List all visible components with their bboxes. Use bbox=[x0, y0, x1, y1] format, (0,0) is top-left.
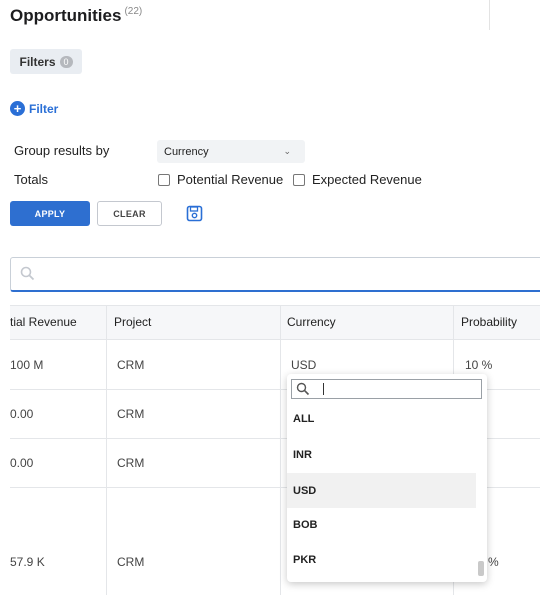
currency-option-bob[interactable]: BOB bbox=[287, 507, 476, 542]
cell-project: CRM bbox=[117, 456, 145, 470]
column-divider bbox=[280, 305, 281, 595]
table-header: tial Revenue Project Currency Probabilit… bbox=[10, 305, 540, 340]
cell-revenue: 0.00 bbox=[10, 456, 34, 470]
filters-button[interactable]: Filters 0 bbox=[10, 49, 82, 74]
group-by-value: Currency bbox=[164, 145, 209, 158]
header-divider bbox=[489, 0, 490, 30]
dropdown-scrollbar[interactable] bbox=[478, 561, 484, 576]
column-header-revenue[interactable]: tial Revenue bbox=[10, 315, 77, 329]
currency-search-input[interactable] bbox=[291, 379, 482, 399]
potential-revenue-label: Potential Revenue bbox=[177, 172, 284, 187]
currency-option-usd[interactable]: USD bbox=[287, 473, 476, 508]
clear-button[interactable]: CLEAR bbox=[97, 201, 162, 226]
currency-option-inr[interactable]: INR bbox=[287, 437, 476, 472]
cell-probability: % bbox=[488, 555, 499, 569]
cell-revenue: 100 M bbox=[10, 358, 44, 372]
expected-revenue-option[interactable]: Expected Revenue bbox=[293, 172, 422, 187]
currency-option-all[interactable]: ALL bbox=[287, 401, 476, 436]
cell-probability: 10 % bbox=[465, 358, 493, 372]
cell-project: CRM bbox=[117, 358, 145, 372]
expected-revenue-checkbox[interactable] bbox=[293, 173, 305, 186]
apply-button[interactable]: APPLY bbox=[10, 201, 90, 226]
search-input[interactable] bbox=[10, 257, 540, 292]
plus-circle-icon: + bbox=[10, 101, 25, 116]
record-count: (22) bbox=[124, 6, 143, 18]
page-title-text: Opportunities bbox=[10, 6, 122, 25]
add-filter-label: Filter bbox=[29, 101, 59, 116]
cell-revenue: 57.9 K bbox=[10, 555, 45, 569]
potential-revenue-option[interactable]: Potential Revenue bbox=[158, 172, 283, 187]
text-cursor bbox=[323, 383, 324, 395]
column-header-probability[interactable]: Probability bbox=[461, 315, 517, 329]
add-filter-link[interactable]: + Filter bbox=[10, 101, 58, 116]
search-icon bbox=[296, 382, 310, 401]
save-icon[interactable] bbox=[186, 205, 203, 222]
expected-revenue-label: Expected Revenue bbox=[312, 172, 422, 187]
cell-currency[interactable]: USD bbox=[291, 358, 316, 372]
column-divider bbox=[106, 305, 107, 595]
page-title: Opportunities (22) bbox=[10, 6, 142, 26]
filters-count-badge: 0 bbox=[59, 55, 73, 68]
cell-project: CRM bbox=[117, 407, 145, 421]
cell-project: CRM bbox=[117, 555, 145, 569]
group-by-label: Group results by bbox=[14, 143, 110, 158]
search-icon bbox=[20, 266, 35, 286]
totals-label: Totals bbox=[14, 172, 48, 187]
cell-revenue: 0.00 bbox=[10, 407, 34, 421]
currency-dropdown[interactable]: ALL INR USD BOB PKR bbox=[287, 374, 487, 582]
currency-option-pkr[interactable]: PKR bbox=[287, 542, 476, 577]
potential-revenue-checkbox[interactable] bbox=[158, 173, 170, 186]
chevron-down-icon: ⌄ bbox=[283, 146, 291, 156]
filters-label: Filters bbox=[19, 54, 56, 69]
column-header-currency[interactable]: Currency bbox=[287, 315, 336, 329]
column-header-project[interactable]: Project bbox=[114, 315, 151, 329]
group-by-select[interactable]: Currency ⌄ bbox=[157, 140, 305, 163]
